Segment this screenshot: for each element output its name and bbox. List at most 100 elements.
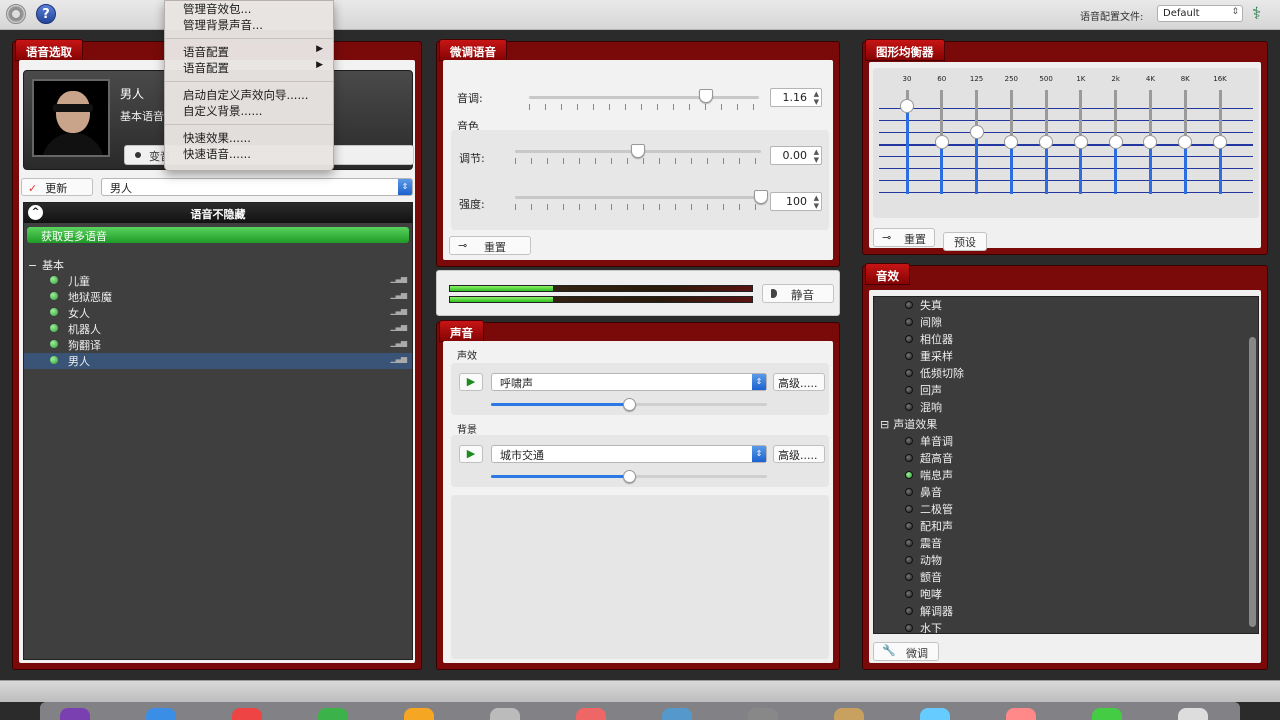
menu-item[interactable]: 启动自定义声效向导...... — [165, 87, 333, 103]
collapse-icon[interactable]: ⊟ — [880, 418, 889, 431]
eq-band-knob[interactable] — [934, 135, 949, 149]
fx-item[interactable]: 喘息声 — [874, 467, 1258, 484]
fx-item[interactable]: 重采样 — [874, 348, 1258, 365]
eq-band-knob[interactable] — [1039, 135, 1054, 149]
voice-item[interactable]: 机器人 ▁▃▅ — [24, 321, 412, 337]
menu-separator — [165, 81, 333, 82]
bg-select[interactable]: 城市交通 ⇕ — [491, 445, 767, 463]
voice-select[interactable]: 男人 ⇕ — [101, 178, 413, 196]
eq-band-knob[interactable] — [1004, 135, 1019, 149]
meter-bar-right — [449, 296, 753, 303]
fx-item[interactable]: 超高音 — [874, 450, 1258, 467]
eq-band-knob[interactable] — [1143, 135, 1158, 149]
eq-band-knob[interactable] — [969, 124, 984, 139]
fx-item[interactable]: 混响 — [874, 399, 1258, 416]
menu-item[interactable]: 管理音效包... — [165, 1, 333, 17]
pitch-slider-thumb[interactable] — [699, 89, 714, 103]
bg-play-button[interactable]: ▶ — [459, 445, 483, 463]
voice-item[interactable]: 狗翻译 ▁▃▅ — [24, 337, 412, 353]
caret-up-icon[interactable]: ^ — [28, 205, 43, 220]
menu-item[interactable]: 管理背景声音... — [165, 17, 333, 33]
effect-play-button[interactable]: ▶ — [459, 373, 483, 391]
config-select[interactable]: Default ⇕ — [1157, 5, 1243, 22]
mute-button[interactable]: 静音 — [762, 284, 834, 303]
eq-band-knob[interactable] — [1108, 135, 1123, 149]
effect-advanced-button[interactable]: 高级..... — [773, 373, 825, 391]
dock-app-icon[interactable] — [662, 708, 692, 720]
fx-dot-icon — [905, 471, 913, 479]
eq-reset-button[interactable]: ⊸ 重置 — [873, 228, 935, 247]
voice-list-header[interactable]: ^ 语音不隐藏 — [24, 203, 412, 223]
speaker-icon — [771, 289, 777, 298]
bg-advanced-button[interactable]: 高级..... — [773, 445, 825, 463]
get-more-voices-button[interactable]: 获取更多语音 — [27, 227, 409, 243]
fx-item[interactable]: 配和声 — [874, 518, 1258, 535]
bg-level-thumb[interactable] — [623, 470, 636, 483]
menu-item[interactable]: 自定义背景...... — [165, 103, 333, 119]
dock-app-icon[interactable] — [576, 708, 606, 720]
dock-app-icon[interactable] — [1092, 708, 1122, 720]
fx-item[interactable]: 失真 — [874, 297, 1258, 314]
dock-app-icon[interactable] — [920, 708, 950, 720]
dock-app-icon[interactable] — [232, 708, 262, 720]
effect-level-thumb[interactable] — [623, 398, 636, 411]
strength-slider[interactable] — [515, 196, 761, 199]
fx-item[interactable]: 震音 — [874, 535, 1258, 552]
fx-item[interactable]: 咆哮 — [874, 586, 1258, 603]
eq-band-knob[interactable] — [1178, 135, 1193, 149]
fx-tune-button[interactable]: 🔧 微调 — [873, 642, 939, 661]
fx-item[interactable]: 水下 — [874, 620, 1258, 633]
caduceus-icon[interactable]: ⚕ — [1252, 4, 1261, 24]
dock-app-icon[interactable] — [318, 708, 348, 720]
fx-item[interactable]: 低频切除 — [874, 365, 1258, 382]
help-icon[interactable]: ? — [36, 4, 56, 24]
menu-item[interactable]: 快速语音...... — [165, 146, 333, 162]
update-button[interactable]: ✓ 更新 — [21, 178, 93, 196]
eq-band-knob[interactable] — [1213, 135, 1227, 149]
pitch-slider[interactable] — [529, 96, 759, 99]
tune-reset-button[interactable]: ⊸ 重置 — [449, 236, 531, 255]
adjust-slider-thumb[interactable] — [631, 144, 645, 158]
dock-app-icon[interactable] — [834, 708, 864, 720]
menu-item[interactable]: 快速效果...... — [165, 130, 333, 146]
fx-scrollbar[interactable] — [1249, 337, 1256, 627]
eq-preset-button[interactable]: 预设 — [943, 232, 987, 251]
strength-slider-thumb[interactable] — [754, 190, 768, 204]
fx-item[interactable]: 解调器 — [874, 603, 1258, 620]
dock-app-icon[interactable] — [1178, 708, 1208, 720]
dock-app-icon[interactable] — [60, 708, 90, 720]
eq-band-knob[interactable] — [900, 98, 914, 113]
stepper-icon[interactable]: ▲ ▼ — [814, 194, 819, 210]
dock-app-icon[interactable] — [146, 708, 176, 720]
gear-icon[interactable] — [6, 4, 26, 24]
dock-app-icon[interactable] — [404, 708, 434, 720]
eq-band-slider[interactable] — [975, 90, 979, 194]
dock-app-icon[interactable] — [490, 708, 520, 720]
effect-select[interactable]: 呼啸声 ⇕ — [491, 373, 767, 391]
fx-item[interactable]: 颤音 — [874, 569, 1258, 586]
voice-item[interactable]: 男人 ▁▃▅ — [24, 353, 412, 369]
fx-group-channel[interactable]: ⊟ 声道效果 — [874, 416, 1258, 433]
dock-app-icon[interactable] — [1006, 708, 1036, 720]
voice-item[interactable]: 地狱恶魔 ▁▃▅ — [24, 289, 412, 305]
fx-item[interactable]: 相位器 — [874, 331, 1258, 348]
pitch-value-field[interactable]: 1.16 ▲ ▼ — [770, 88, 822, 107]
stepper-icon[interactable]: ▲ ▼ — [814, 148, 819, 164]
voice-item[interactable]: 女人 ▁▃▅ — [24, 305, 412, 321]
menu-item[interactable]: 语音配置 ▶ — [165, 60, 333, 76]
adjust-value-field[interactable]: 0.00 ▲ ▼ — [770, 146, 822, 165]
menu-item[interactable]: 语音配置 ▶ — [165, 44, 333, 60]
stepper-icon[interactable]: ▲ ▼ — [814, 90, 819, 106]
strength-value-field[interactable]: 100 ▲ ▼ — [770, 192, 822, 211]
dock-app-icon[interactable] — [748, 708, 778, 720]
fx-item[interactable]: 鼻音 — [874, 484, 1258, 501]
fx-item[interactable]: 间隙 — [874, 314, 1258, 331]
fx-item[interactable]: 单音调 — [874, 433, 1258, 450]
fx-item[interactable]: 回声 — [874, 382, 1258, 399]
voice-item[interactable]: 儿童 ▁▃▅ — [24, 273, 412, 289]
collapse-icon[interactable]: − — [28, 259, 37, 272]
fx-item[interactable]: 二极管 — [874, 501, 1258, 518]
fx-item[interactable]: 动物 — [874, 552, 1258, 569]
eq-band-knob[interactable] — [1073, 135, 1088, 149]
tree-group-basic[interactable]: − 基本 — [24, 257, 412, 273]
